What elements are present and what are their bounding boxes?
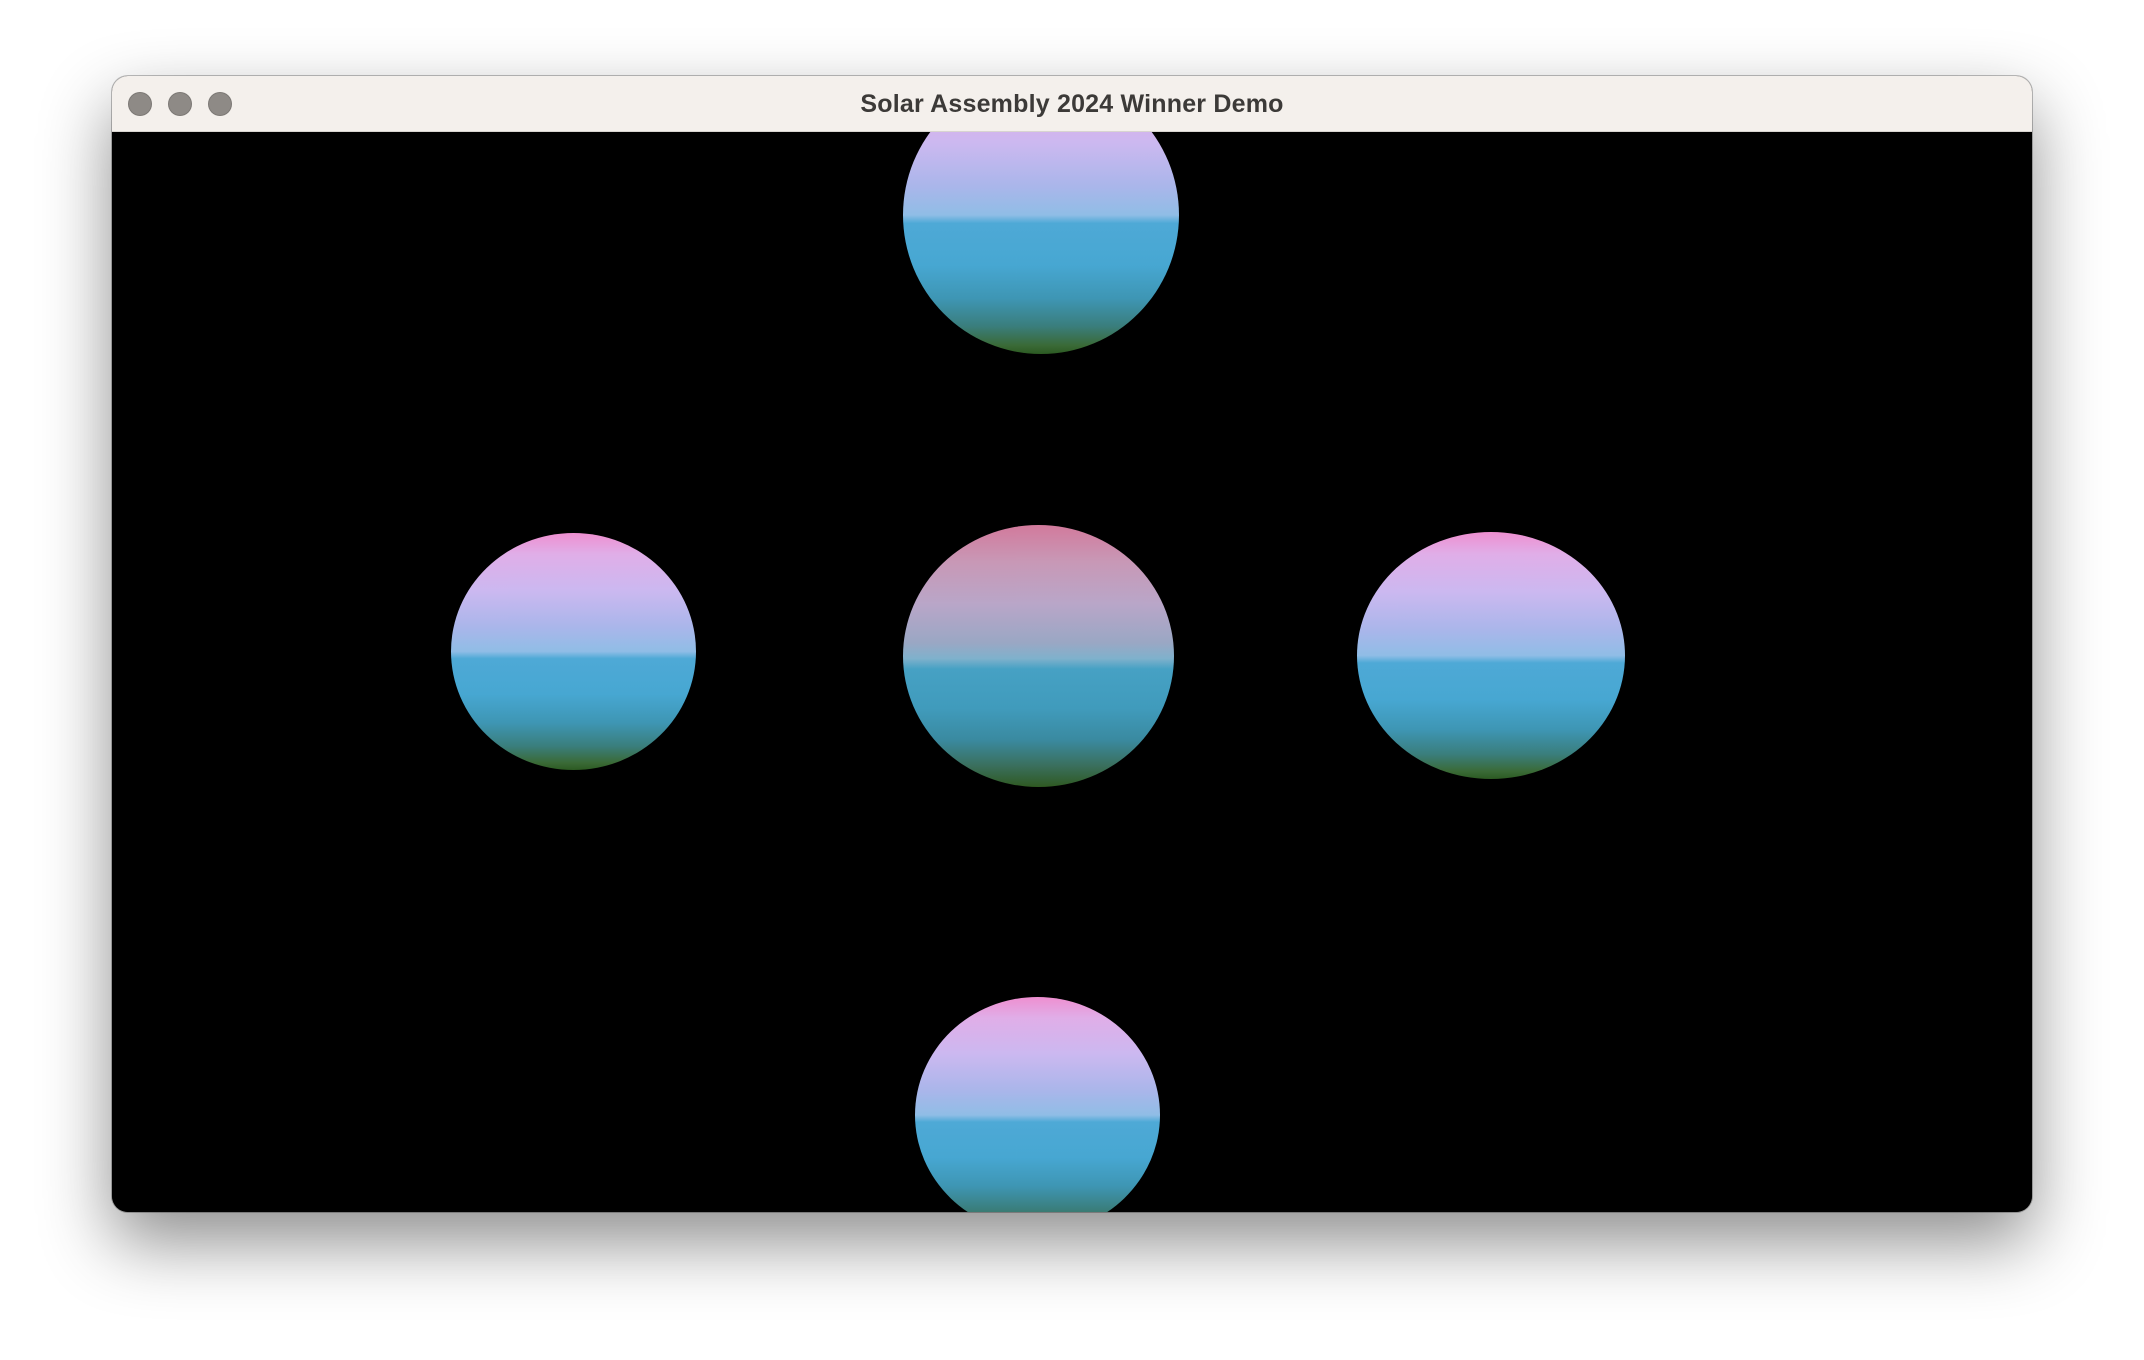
title-bar[interactable]: Solar Assembly 2024 Winner Demo: [112, 76, 2032, 132]
sphere-bottom: [915, 997, 1160, 1212]
sphere-center: [903, 525, 1174, 787]
window-title: Solar Assembly 2024 Winner Demo: [860, 90, 1284, 118]
app-window: Solar Assembly 2024 Winner Demo: [112, 76, 2032, 1212]
sphere-left: [451, 533, 696, 770]
render-viewport[interactable]: [112, 132, 2032, 1212]
sphere-right: [1357, 532, 1625, 779]
sphere-top: [903, 132, 1179, 354]
